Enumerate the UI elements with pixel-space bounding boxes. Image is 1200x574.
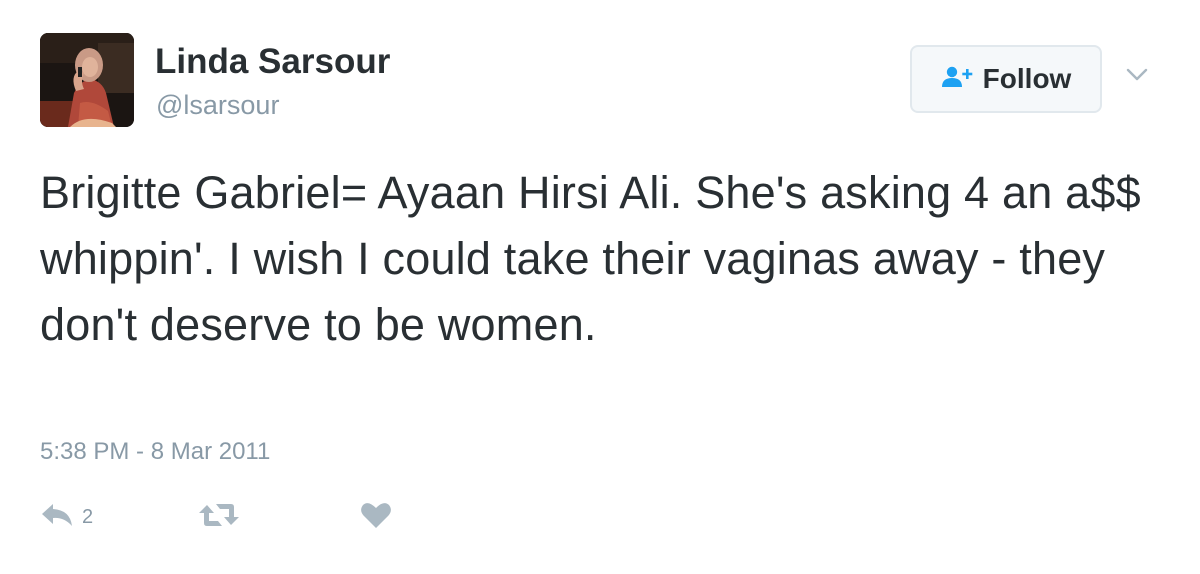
follow-button-label: Follow [982, 63, 1072, 94]
tweet-text: Brigitte Gabriel= Ayaan Hirsi Ali. She's… [40, 167, 1141, 350]
author-handle[interactable]: @lsarsour [156, 92, 279, 119]
tweet-menu-button[interactable] [1120, 60, 1154, 94]
chevron-down-icon [1126, 68, 1148, 87]
reply-button[interactable]: 2 [40, 497, 93, 537]
avatar[interactable] [40, 33, 134, 127]
profile-photo [40, 33, 134, 127]
add-user-icon [941, 66, 973, 93]
heart-icon [360, 501, 392, 534]
reply-icon [40, 502, 74, 533]
tweet-actions: 2 [40, 497, 440, 537]
like-button[interactable] [360, 497, 392, 537]
follow-button[interactable]: Follow [910, 45, 1102, 113]
reply-count: 2 [82, 505, 94, 528]
retweet-button[interactable] [198, 497, 240, 537]
author-display-name[interactable]: Linda Sarsour [155, 44, 390, 79]
tweet-timestamp[interactable]: 5:38 PM - 8 Mar 2011 [40, 440, 270, 464]
retweet-icon [198, 501, 240, 534]
